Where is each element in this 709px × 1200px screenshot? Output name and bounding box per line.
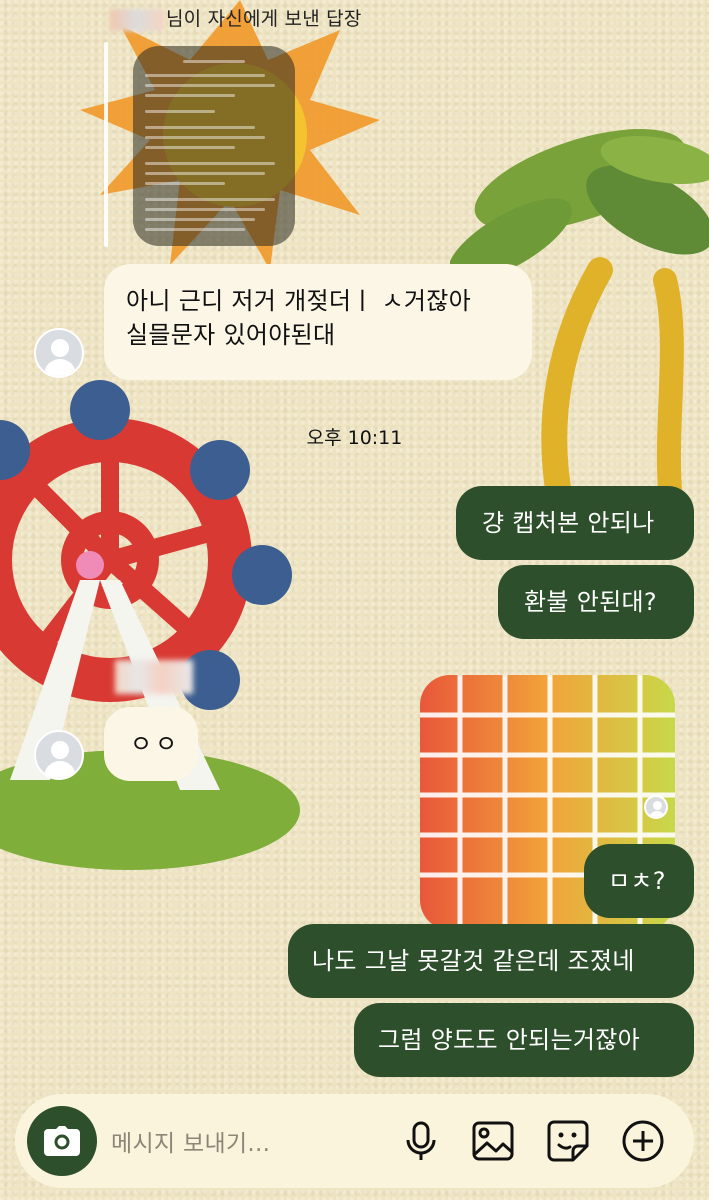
outgoing-message-bubble[interactable]: 걍 캡처본 안되나 — [456, 486, 694, 560]
sender-name-redacted — [110, 8, 164, 31]
message-composer: 메시지 보내기... — [15, 1094, 694, 1188]
plus-circle-icon[interactable] — [620, 1118, 666, 1164]
camera-button[interactable] — [27, 1106, 97, 1176]
sender-name-redacted — [115, 660, 193, 694]
message-input[interactable]: 메시지 보내기... — [111, 1124, 270, 1158]
incoming-message-bubble[interactable]: 아니 근디 저거 개젖더ㅣ ㅅ거잖아 실믈문자 있어야된대 — [104, 264, 532, 380]
outgoing-message-bubble[interactable]: ㅁㅊ? — [584, 844, 694, 918]
reply-header: 님이 자신에게 보낸 답장 — [110, 4, 362, 31]
ferris-wheel-decoration — [0, 380, 300, 870]
reply-indicator-line — [104, 42, 108, 247]
sender-avatar[interactable] — [34, 328, 84, 378]
incoming-message-bubble[interactable]: ㅇㅇ — [104, 707, 198, 781]
image-icon[interactable] — [470, 1118, 516, 1164]
outgoing-message-bubble[interactable]: 환불 안된대? — [498, 565, 694, 639]
outgoing-message-bubble[interactable]: 그럼 양도도 안되는거잖아 — [354, 1003, 694, 1077]
sticker-icon[interactable] — [545, 1118, 591, 1164]
message-timestamp: 오후 10:11 — [306, 427, 403, 449]
quoted-image-preview[interactable] — [133, 46, 295, 246]
microphone-icon[interactable] — [398, 1118, 444, 1164]
read-receipt-avatar — [644, 795, 668, 819]
sender-avatar[interactable] — [34, 730, 84, 780]
outgoing-message-bubble[interactable]: 나도 그날 못갈것 같은데 조졌네 — [288, 924, 694, 998]
camera-icon — [44, 1126, 80, 1156]
